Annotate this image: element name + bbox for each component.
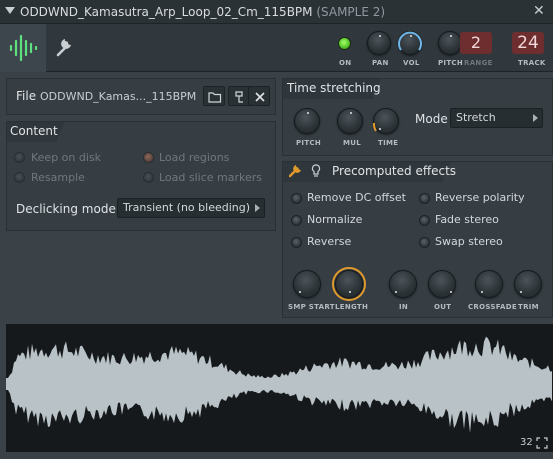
vol-label: VOL	[403, 59, 420, 67]
smp-start-knob[interactable]	[293, 270, 321, 298]
file-label: File	[16, 89, 37, 103]
crossfade-label: CROSSFADE	[468, 303, 517, 311]
tab-waveform[interactable]	[0, 24, 46, 72]
ts-pitch-label: PITCH	[296, 139, 322, 147]
remove-dc-offset-label: Remove DC offset	[307, 191, 406, 204]
zoom-icon[interactable]	[536, 437, 548, 449]
tab-settings[interactable]	[52, 34, 76, 60]
out-label: OUT	[434, 303, 452, 311]
precomputed-title: Precomputed effects	[332, 164, 457, 178]
load-slice-markers-radio[interactable]	[143, 172, 154, 183]
pitch-knob[interactable]	[438, 31, 462, 55]
resample-radio[interactable]	[14, 172, 25, 183]
normalize-radio[interactable]	[291, 215, 302, 226]
fade-stereo-label: Fade stereo	[435, 213, 499, 226]
bulb-icon[interactable]	[310, 163, 322, 179]
declicking-value: Transient (no bleeding)	[123, 201, 251, 214]
content-title: Content	[10, 124, 58, 138]
window-title-suffix: (SAMPLE 2)	[316, 5, 386, 19]
time-stretching-title: Time stretching	[287, 81, 381, 95]
ts-mul-knob[interactable]	[337, 108, 363, 134]
locate-file-button[interactable]	[228, 86, 250, 106]
swap-stereo-label: Swap stereo	[435, 235, 503, 248]
window-title-name: ODDWND_Kamasutra_Arp_Loop_02_Cm_115BPM	[20, 5, 313, 19]
pan-knob[interactable]	[367, 31, 391, 55]
length-label: LENGTH	[335, 303, 369, 311]
mode-value: Stretch	[456, 111, 496, 124]
window-title: ODDWND_Kamasutra_Arp_Loop_02_Cm_115BPM (…	[20, 5, 385, 19]
folder-icon	[208, 92, 222, 103]
load-slice-markers-label: Load slice markers	[159, 171, 263, 184]
pan-label: PAN	[372, 59, 389, 67]
on-toggle[interactable]	[338, 37, 351, 50]
load-regions-label: Load regions	[159, 151, 230, 164]
trim-label: TRIM	[518, 303, 539, 311]
out-knob[interactable]	[428, 270, 456, 298]
waveform-icon	[9, 34, 38, 62]
open-file-button[interactable]	[203, 86, 225, 106]
vol-ring	[398, 31, 422, 51]
length-ring	[332, 267, 366, 301]
waveform-display[interactable]	[6, 324, 553, 452]
resample-label: Resample	[31, 171, 85, 184]
range-label: RANGE	[464, 59, 493, 67]
in-knob[interactable]	[389, 270, 417, 298]
dropdown-arrow-icon	[533, 114, 538, 122]
in-label: IN	[399, 303, 409, 311]
waveform-shape	[6, 336, 552, 433]
menu-arrow-icon[interactable]	[5, 7, 15, 14]
close-icon[interactable]: ✕	[533, 3, 545, 19]
track-display[interactable]: 24	[512, 32, 544, 54]
mode-label: Mode	[415, 112, 448, 126]
smp-start-label: SMP START	[288, 303, 335, 311]
ts-pitch-knob[interactable]	[294, 108, 320, 134]
close-icon	[255, 92, 265, 102]
dropdown-arrow-icon	[255, 204, 260, 212]
trim-knob[interactable]	[514, 270, 542, 298]
on-label: ON	[339, 59, 352, 67]
wrench-icon	[56, 39, 71, 57]
range-display[interactable]: 2	[460, 32, 492, 54]
wrench-icon[interactable]	[287, 163, 303, 179]
ts-time-ring	[372, 122, 377, 132]
remove-dc-offset-radio[interactable]	[291, 193, 302, 204]
swap-stereo-radio[interactable]	[419, 237, 430, 248]
normalize-label: Normalize	[307, 213, 363, 226]
ts-mul-label: MUL	[343, 139, 362, 147]
waveform-graphic	[6, 336, 552, 433]
remove-file-button[interactable]	[248, 86, 270, 106]
crossfade-knob[interactable]	[475, 270, 503, 298]
reverse-polarity-label: Reverse polarity	[435, 191, 525, 204]
keep-on-disk-radio[interactable]	[14, 152, 25, 163]
file-name[interactable]: ODDWND_Kamas..._115BPM.wav	[40, 90, 197, 103]
declicking-label: Declicking mode	[16, 202, 116, 216]
pitch-label: PITCH	[438, 59, 464, 67]
reverse-radio[interactable]	[291, 237, 302, 248]
reverse-label: Reverse	[307, 235, 352, 248]
keep-on-disk-label: Keep on disk	[31, 151, 102, 164]
load-regions-radio[interactable]	[143, 152, 154, 163]
declicking-dropdown[interactable]: Transient (no bleeding)	[117, 198, 265, 218]
reverse-polarity-radio[interactable]	[419, 193, 430, 204]
fade-stereo-radio[interactable]	[419, 215, 430, 226]
track-label: TRACK	[518, 59, 546, 67]
zoom-value: 32	[520, 437, 533, 448]
mode-dropdown[interactable]: Stretch	[450, 108, 543, 128]
ts-time-label: TIME	[378, 139, 399, 147]
